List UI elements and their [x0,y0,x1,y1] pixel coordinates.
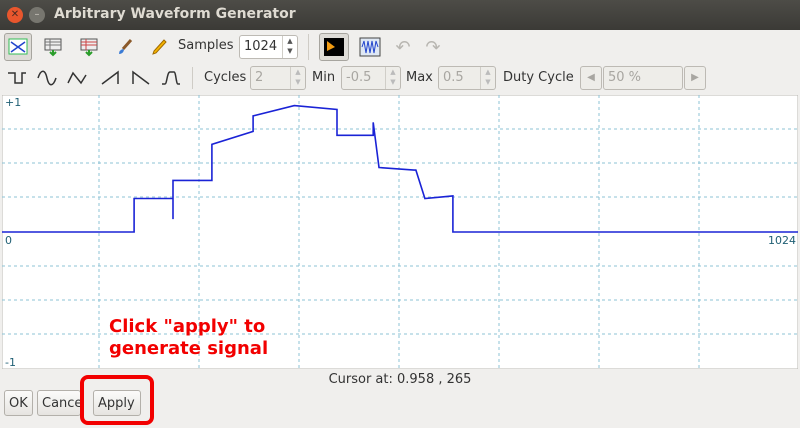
load-file-icon[interactable] [40,34,66,60]
y-top-label: +1 [5,96,21,109]
min-label: Min [312,70,336,85]
waveform-preview-icon[interactable] [356,34,384,60]
cycles-spinbox[interactable]: 2 ▲ ▼ [250,66,306,90]
minimize-icon[interactable]: – [29,7,45,23]
min-value: -0.5 [346,70,372,85]
triangle-wave-icon[interactable] [64,66,90,90]
min-spinbox[interactable]: -0.5 ▲ ▼ [341,66,401,90]
spin-arrows-icon[interactable]: ▲ ▼ [290,67,305,89]
annotation-highlight-box [80,375,154,425]
annotation-line-1: Click "apply" to [109,316,266,337]
undo-icon[interactable]: ↶ [392,34,414,60]
pencil-icon[interactable] [146,34,172,60]
x-max-label: 1024 [768,234,796,247]
y-bottom-label: -1 [5,356,16,369]
title-bar: ✕ – Arbitrary Waveform Generator [0,0,800,30]
sine-wave-icon[interactable] [34,66,60,90]
sawtooth-up-icon[interactable] [98,66,124,90]
ok-button[interactable]: OK [4,390,33,416]
spin-arrows-icon[interactable]: ▲ ▼ [480,67,495,89]
cycles-value: 2 [255,70,264,85]
sawtooth-down-icon[interactable] [128,66,154,90]
fill-color-icon[interactable] [319,33,349,61]
wave-toolbar: Cycles 2 ▲ ▼ Min -0.5 ▲ ▼ Max 0.5 ▲ ▼ Duty … [0,64,800,92]
duty-cycle-label: Duty Cycle [503,70,574,85]
max-value: 0.5 [443,70,464,85]
samples-label: Samples [178,38,234,53]
samples-value: 1024 [244,39,278,54]
duty-increase-button[interactable]: ▶ [684,66,706,90]
redo-icon[interactable]: ↷ [422,34,444,60]
save-file-icon[interactable] [76,34,102,60]
cancel-button[interactable]: Cancel [37,390,81,416]
close-icon[interactable]: ✕ [7,7,23,23]
pulse-wave-icon[interactable] [158,66,184,90]
max-label: Max [406,70,433,85]
duty-cycle-field[interactable]: 50 % [603,66,683,90]
window-title: Arbitrary Waveform Generator [54,6,296,22]
samples-spinbox[interactable]: 1024 ▲ ▼ [239,35,298,59]
annotation-line-2: generate signal [109,338,269,359]
brush-icon[interactable] [112,34,138,60]
max-spinbox[interactable]: 0.5 ▲ ▼ [438,66,496,90]
duty-cycle-value: 50 % [608,70,642,85]
main-toolbar: Samples 1024 ▲ ▼ ↶ ↷ [0,32,800,62]
toolbar-separator [192,67,193,89]
duty-decrease-button[interactable]: ◀ [580,66,602,90]
x-min-label: 0 [5,234,12,247]
spin-arrows-icon[interactable]: ▲ ▼ [282,36,297,58]
square-wave-icon[interactable] [4,66,30,90]
cycles-label: Cycles [204,70,247,85]
annotation-text: Click "apply" to generate signal [109,316,268,360]
spin-arrows-icon[interactable]: ▲ ▼ [385,67,400,89]
toolbar-separator [308,34,309,60]
waveform-view-icon[interactable] [4,33,32,61]
